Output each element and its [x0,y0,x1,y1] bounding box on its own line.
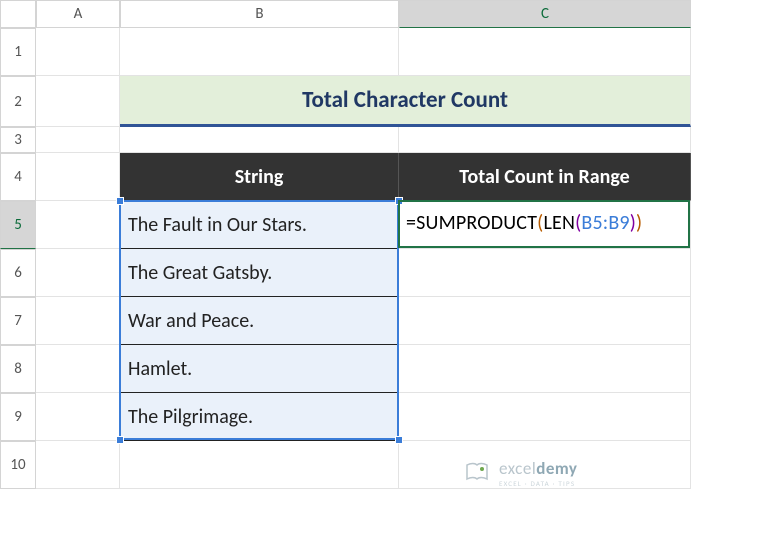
range-handle[interactable] [116,436,124,444]
formula-ref: B5:B9 [581,211,629,235]
watermark: exceldemy EXCEL · DATA · TIPS [463,459,578,487]
cell-b5[interactable]: The Fault in Our Stars. [120,201,399,249]
title-cell[interactable]: Total Character Count [120,76,691,127]
formula-edit-overlay[interactable]: =SUMPRODUCT(LEN(B5:B9)) [406,211,686,235]
cell-a5[interactable] [36,201,120,249]
cell-b9[interactable]: The Pilgrimage. [120,393,399,441]
paren-close-1: ) [636,211,642,235]
header-count[interactable]: Total Count in Range [399,153,691,201]
range-handle[interactable] [395,436,403,444]
cell-c1[interactable] [399,28,691,76]
cell-c3[interactable] [399,127,691,153]
cell-a1[interactable] [36,28,120,76]
cell-c8[interactable] [399,345,691,393]
spreadsheet-grid: A B C 1 2 Total Character Count 3 4 Stri… [0,0,768,489]
row-header-5[interactable]: 5 [0,201,36,249]
cell-c6[interactable] [399,249,691,297]
range-handle[interactable] [395,197,403,205]
watermark-tagline: EXCEL · DATA · TIPS [499,480,578,487]
cell-b3[interactable] [120,127,399,153]
cell-b1[interactable] [120,28,399,76]
watermark-name: exceldemy [499,460,578,477]
cell-a7[interactable] [36,297,120,345]
cell-c7[interactable] [399,297,691,345]
cell-b8[interactable]: Hamlet. [120,345,399,393]
formula-fn-len: LEN [543,211,575,235]
col-header-c[interactable]: C [399,0,691,28]
cell-a2[interactable] [36,76,120,127]
cell-b6[interactable]: The Great Gatsby. [120,249,399,297]
row-header-2[interactable]: 2 [0,76,36,127]
row-header-3[interactable]: 3 [0,127,36,153]
header-string[interactable]: String [120,153,399,201]
row-header-7[interactable]: 7 [0,297,36,345]
row-header-6[interactable]: 6 [0,249,36,297]
range-handle[interactable] [116,197,124,205]
row-header-9[interactable]: 9 [0,393,36,441]
cell-a10[interactable] [36,441,120,489]
cell-a3[interactable] [36,127,120,153]
row-header-4[interactable]: 4 [0,153,36,201]
cell-b10[interactable] [120,441,399,489]
formula-text: =SUMPRODUCT [406,211,537,235]
cell-b7[interactable]: War and Peace. [120,297,399,345]
row-header-10[interactable]: 10 [0,441,36,489]
row-header-8[interactable]: 8 [0,345,36,393]
cell-a4[interactable] [36,153,120,201]
col-header-a[interactable]: A [36,0,120,28]
col-header-b[interactable]: B [120,0,399,28]
row-header-1[interactable]: 1 [0,28,36,76]
cell-a6[interactable] [36,249,120,297]
cell-a8[interactable] [36,345,120,393]
select-all-corner[interactable] [0,0,36,28]
cell-a9[interactable] [36,393,120,441]
cell-c9[interactable] [399,393,691,441]
book-icon [463,459,491,487]
